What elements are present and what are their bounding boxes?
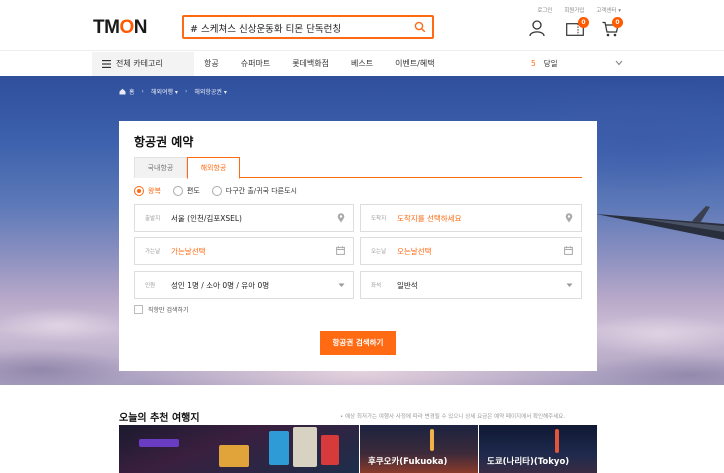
flight-booking-panel: 항공권 예약 국내항공 해외항공 왕복 편도 다구간 출/귀국 다른도시 출발지… (119, 121, 597, 371)
calendar-icon (336, 246, 345, 255)
search-flights-button[interactable]: 항공권 검색하기 (320, 331, 396, 355)
arrival-field[interactable]: 도착지 도착지를 선택하세요 (360, 204, 582, 232)
tmon-logo[interactable]: TMON (93, 17, 147, 39)
seat-class-value: 일반석 (397, 281, 418, 290)
destination-card-fukuoka[interactable]: 후쿠오카(Fukuoka) (360, 425, 478, 473)
passenger-select[interactable]: 인원 성인 1명 / 소아 0명 / 유아 0명 (134, 271, 354, 299)
departure-label: 출발지 (145, 216, 161, 222)
main-nav: 전체 카테고리 항공 슈퍼마트 롯데백화점 베스트 이벤트/혜택 5 당일 (0, 50, 724, 76)
return-date-field[interactable]: 오는날 오는날선택 (360, 237, 582, 265)
panel-title: 항공권 예약 (134, 135, 194, 149)
breadcrumb-overseas-flight[interactable]: 해외항공권 ▾ (194, 87, 227, 96)
top-links: 로그인 회원가입 고객센터 ▾ (527, 6, 621, 14)
caret-down-icon (566, 283, 573, 287)
tab-international[interactable]: 해외항공 (187, 157, 240, 179)
recommended-destinations: 오늘의 추천 여행지 • 예상 최저가는 여행사 사정에 따라 변경될 수 있으… (0, 385, 724, 473)
rolling-keyword[interactable]: 5 당일 (531, 51, 558, 77)
radio-multi-city[interactable]: 다구간 출/귀국 다른도시 (211, 186, 297, 196)
arrival-label: 도착지 (371, 216, 387, 222)
calendar-icon (564, 246, 573, 255)
departure-date-field[interactable]: 가는날 가는날선택 (134, 237, 354, 265)
destination-card-tokyo[interactable]: 도쿄(나리타)(Tokyo) (479, 425, 597, 473)
destination-cards: 후쿠오카(Fukuoka) 도쿄(나리타)(Tokyo) (119, 425, 597, 473)
signup-link[interactable]: 회원가입 (564, 8, 584, 14)
all-category-button[interactable]: 전체 카테고리 (92, 52, 194, 76)
passenger-value: 성인 1명 / 소아 0명 / 유아 0명 (171, 281, 270, 290)
nav-link-flight[interactable]: 항공 (204, 51, 219, 77)
cart-badge: 0 (612, 17, 623, 28)
direct-flight-label: 직항만 검색하기 (148, 307, 189, 314)
search-input[interactable] (184, 18, 399, 38)
destination-name-tokyo: 도쿄(나리타)(Tokyo) (487, 457, 570, 467)
trip-type-radios: 왕복 편도 다구간 출/귀국 다른도시 (134, 186, 309, 196)
coupon-badge: 0 (578, 17, 589, 28)
nav-link-best[interactable]: 베스트 (351, 51, 373, 77)
departure-date-value: 가는날선택 (171, 247, 206, 256)
recommend-title: 오늘의 추천 여행지 (119, 413, 200, 424)
departure-value: 서울 (인천/김포XSEL) (171, 214, 242, 223)
airplane-wing-image (596, 206, 724, 240)
caret-down-icon (338, 283, 345, 287)
radio-round-trip[interactable]: 왕복 (134, 186, 161, 196)
user-icon[interactable] (529, 20, 545, 37)
breadcrumb-home[interactable]: 홈 (129, 87, 135, 96)
departure-date-label: 가는날 (145, 249, 161, 255)
header: TMON 로그인 회원가입 고객센터 ▾ 0 0 (0, 0, 724, 50)
direct-flight-checkbox[interactable]: 직항만 검색하기 (134, 305, 189, 314)
search-icon[interactable] (414, 21, 426, 33)
home-icon[interactable] (119, 88, 126, 95)
departure-field[interactable]: 출발지 서울 (인천/김포XSEL) (134, 204, 354, 232)
seat-class-label: 좌석 (371, 283, 382, 289)
location-pin-icon (337, 213, 345, 223)
nav-link-supermart[interactable]: 슈퍼마트 (241, 51, 270, 77)
destination-card-osaka[interactable] (119, 425, 359, 473)
customer-center-link[interactable]: 고객센터 ▾ (596, 8, 621, 14)
rolling-keyword-rank: 5 (531, 59, 536, 68)
return-date-label: 오는날 (371, 249, 387, 255)
nav-links: 항공 슈퍼마트 롯데백화점 베스트 이벤트/혜택 (204, 51, 457, 77)
nav-link-event[interactable]: 이벤트/혜택 (395, 51, 435, 77)
arrival-value: 도착지를 선택하세요 (397, 214, 462, 223)
radio-one-way[interactable]: 편도 (172, 186, 200, 196)
location-pin-icon (565, 213, 573, 223)
login-link[interactable]: 로그인 (537, 8, 552, 14)
tab-domestic[interactable]: 국내항공 (134, 157, 187, 178)
all-category-label: 전체 카테고리 (116, 59, 163, 68)
checkbox-box[interactable] (134, 305, 143, 314)
return-date-value: 오는날선택 (397, 247, 432, 256)
breadcrumb: 홈 › 해외여행 ▾ › 해외항공권 ▾ (119, 87, 227, 96)
flight-tabs: 국내항공 해외항공 (134, 157, 582, 179)
breadcrumb-overseas-travel[interactable]: 해외여행 ▾ (151, 87, 178, 96)
destination-name-fukuoka: 후쿠오카(Fukuoka) (368, 457, 448, 467)
rolling-keyword-text: 당일 (543, 59, 558, 68)
menu-icon (102, 60, 111, 68)
seat-class-select[interactable]: 좌석 일반석 (360, 271, 582, 299)
chevron-down-icon[interactable] (615, 60, 623, 66)
recommend-note: • 예상 최저가는 여행사 사정에 따라 변경될 수 있으니 상세 요금은 예약… (340, 414, 566, 420)
search-box (182, 15, 434, 39)
nav-link-lotte[interactable]: 롯데백화점 (292, 51, 329, 77)
passenger-label: 인원 (145, 283, 156, 289)
